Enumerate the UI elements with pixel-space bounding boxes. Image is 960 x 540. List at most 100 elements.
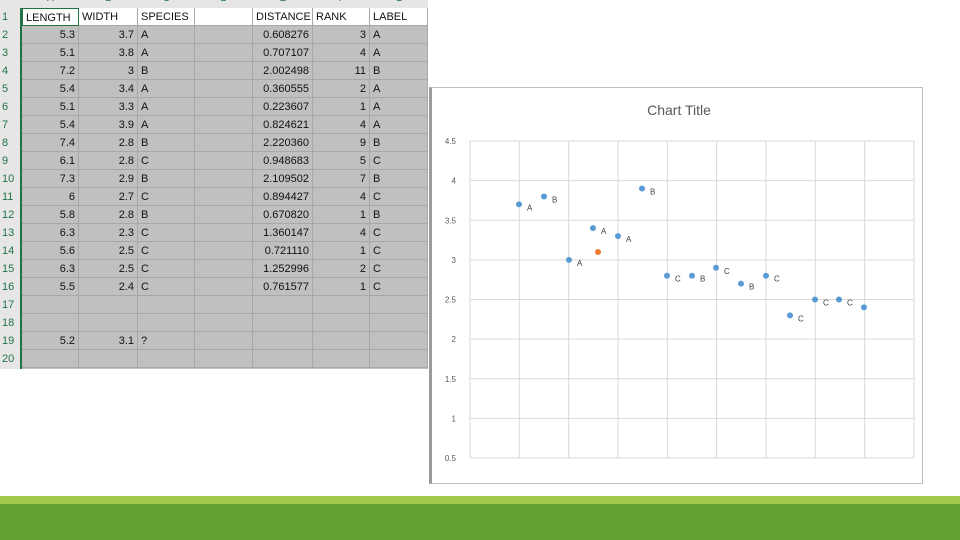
table-cell[interactable]	[253, 332, 313, 350]
table-cell[interactable]: B	[138, 134, 195, 152]
column-letter[interactable]: D	[195, 0, 253, 4]
row-number[interactable]: 8	[0, 134, 20, 152]
table-cell[interactable]	[195, 260, 253, 278]
table-cell[interactable]	[195, 26, 253, 44]
table-cell[interactable]	[195, 170, 253, 188]
table-cell[interactable]: 5.4	[22, 80, 79, 98]
row-number[interactable]: 12	[0, 206, 20, 224]
table-cell[interactable]	[195, 116, 253, 134]
table-cell[interactable]: 2.5	[79, 260, 138, 278]
table-cell[interactable]: ?	[138, 332, 195, 350]
row-number[interactable]: 5	[0, 80, 20, 98]
table-cell[interactable]: 0.721110	[253, 242, 313, 260]
table-cell[interactable]: 2.109502	[253, 170, 313, 188]
table-cell[interactable]: 0.608276	[253, 26, 313, 44]
table-cell[interactable]	[195, 206, 253, 224]
table-cell[interactable]: A	[370, 98, 428, 116]
table-cell[interactable]: 7.3	[22, 170, 79, 188]
table-cell[interactable]: 5.4	[22, 116, 79, 134]
table-cell[interactable]: 5.1	[22, 44, 79, 62]
table-cell[interactable]: 3.9	[79, 116, 138, 134]
table-cell[interactable]	[138, 296, 195, 314]
row-number[interactable]: 1	[0, 8, 20, 26]
table-cell[interactable]: 7.4	[22, 134, 79, 152]
table-cell[interactable]	[313, 332, 370, 350]
table-cell[interactable]: 1	[313, 98, 370, 116]
row-number[interactable]: 7	[0, 116, 20, 134]
row-number[interactable]: 3	[0, 44, 20, 62]
table-cell[interactable]: A	[370, 80, 428, 98]
table-cell[interactable]: A	[138, 80, 195, 98]
table-cell[interactable]: 2.4	[79, 278, 138, 296]
table-cell[interactable]: C	[138, 188, 195, 206]
column-letter[interactable]: A	[22, 0, 79, 4]
table-cell[interactable]: 1.252996	[253, 260, 313, 278]
table-cell[interactable]: B	[138, 170, 195, 188]
table-cell[interactable]	[22, 296, 79, 314]
table-cell[interactable]: A	[138, 98, 195, 116]
row-number[interactable]: 19	[0, 332, 20, 350]
header-cell[interactable]: LABEL	[370, 8, 428, 26]
scatter-chart[interactable]: Chart Title 4.5 4 3.5 3 2.5 2 1.5 1 0.5 A B A A A B C B C…	[429, 87, 923, 484]
table-cell[interactable]: B	[370, 62, 428, 80]
table-cell[interactable]	[22, 314, 79, 332]
table-cell[interactable]: 6	[22, 188, 79, 206]
table-cell[interactable]: C	[370, 242, 428, 260]
table-cell[interactable]: B	[138, 62, 195, 80]
table-cell[interactable]: 1	[313, 278, 370, 296]
table-cell[interactable]: 0.707107	[253, 44, 313, 62]
table-cell[interactable]	[195, 314, 253, 332]
table-cell[interactable]	[370, 296, 428, 314]
column-letter[interactable]: C	[138, 0, 195, 4]
table-cell[interactable]: 1	[313, 242, 370, 260]
table-cell[interactable]: 3.7	[79, 26, 138, 44]
table-cell[interactable]: C	[370, 278, 428, 296]
table-cell[interactable]: 2.8	[79, 134, 138, 152]
table-cell[interactable]	[138, 314, 195, 332]
table-cell[interactable]: 2.002498	[253, 62, 313, 80]
table-cell[interactable]: 4	[313, 44, 370, 62]
row-number[interactable]: 15	[0, 260, 20, 278]
header-cell[interactable]: SPECIES	[138, 8, 195, 26]
table-cell[interactable]: 2.7	[79, 188, 138, 206]
table-cell[interactable]: 0.948683	[253, 152, 313, 170]
row-number[interactable]: 16	[0, 278, 20, 296]
column-letter[interactable]: F	[313, 0, 370, 4]
table-cell[interactable]: A	[138, 116, 195, 134]
table-cell[interactable]	[253, 350, 313, 368]
table-cell[interactable]: 2.9	[79, 170, 138, 188]
table-cell[interactable]: 1	[313, 206, 370, 224]
table-cell[interactable]: C	[370, 152, 428, 170]
table-cell[interactable]: 5.5	[22, 278, 79, 296]
table-cell[interactable]: 6.3	[22, 224, 79, 242]
table-cell[interactable]: A	[370, 44, 428, 62]
table-cell[interactable]: 2	[313, 80, 370, 98]
table-cell[interactable]: 5	[313, 152, 370, 170]
row-number[interactable]: 6	[0, 98, 20, 116]
table-cell[interactable]	[370, 314, 428, 332]
table-cell[interactable]	[195, 44, 253, 62]
table-cell[interactable]: 0.824621	[253, 116, 313, 134]
row-number[interactable]: 11	[0, 188, 20, 206]
table-cell[interactable]: 2.5	[79, 242, 138, 260]
row-number[interactable]: 4	[0, 62, 20, 80]
row-number[interactable]: 10	[0, 170, 20, 188]
table-cell[interactable]	[195, 62, 253, 80]
table-cell[interactable]	[195, 224, 253, 242]
table-cell[interactable]: C	[138, 260, 195, 278]
row-number[interactable]: 20	[0, 350, 20, 368]
table-cell[interactable]: C	[138, 242, 195, 260]
table-cell[interactable]: A	[138, 26, 195, 44]
table-cell[interactable]: 3	[313, 26, 370, 44]
table-cell[interactable]: 2.8	[79, 206, 138, 224]
table-cell[interactable]: 3	[79, 62, 138, 80]
header-cell[interactable]: DISTANCE	[253, 8, 313, 26]
column-letter[interactable]: E	[253, 0, 313, 4]
table-cell[interactable]: 5.2	[22, 332, 79, 350]
table-cell[interactable]: C	[138, 278, 195, 296]
table-cell[interactable]: 0.761577	[253, 278, 313, 296]
table-cell[interactable]	[313, 350, 370, 368]
table-cell[interactable]: 4	[313, 188, 370, 206]
table-cell[interactable]: 3.4	[79, 80, 138, 98]
header-cell[interactable]: WIDTH	[79, 8, 138, 26]
